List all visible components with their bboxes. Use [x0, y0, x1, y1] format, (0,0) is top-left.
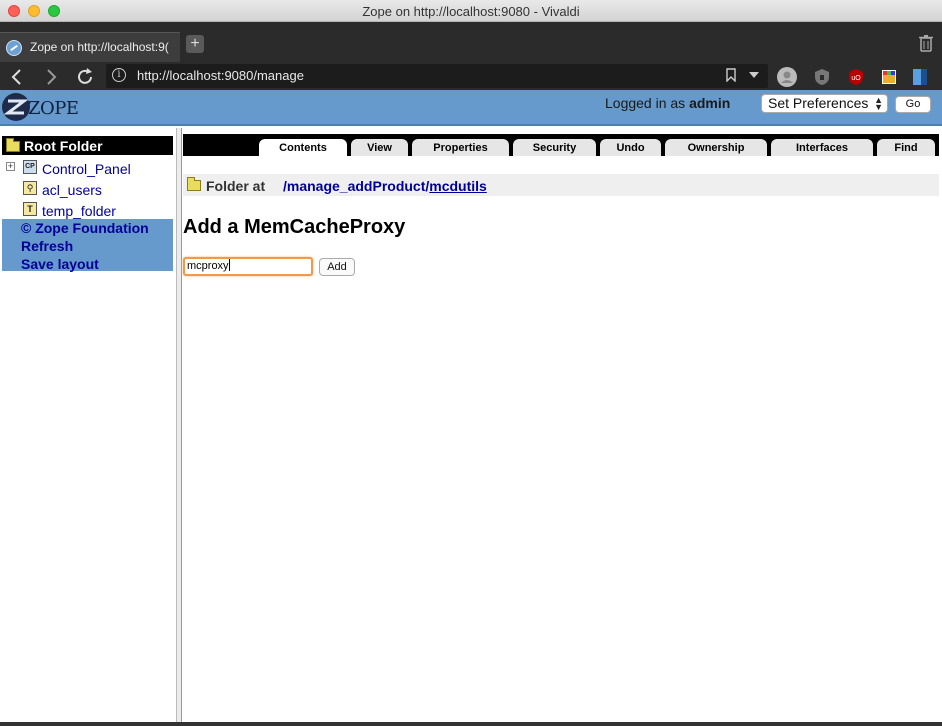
user-folder-icon: ⚲	[23, 181, 37, 195]
window-title: Zope on http://localhost:9080 - Vivaldi	[362, 4, 580, 19]
zope-header: ZOPE Logged in as admin Set Preferences …	[0, 90, 942, 126]
shield-extension-icon[interactable]	[812, 67, 832, 87]
reader-extension-icon[interactable]	[910, 67, 930, 87]
location-label: Folder at	[206, 178, 266, 194]
trash-icon[interactable]	[918, 34, 934, 52]
folder-icon	[187, 177, 201, 191]
management-tabs: Contents View Properties Security Undo O…	[183, 134, 939, 156]
location-bar: Folder at /manage_addProduct/mcdutils	[183, 174, 939, 196]
root-folder-header[interactable]: Root Folder	[2, 136, 173, 155]
ublock-icon[interactable]: uO	[846, 67, 866, 87]
select-arrows-icon: ▲ ▼	[874, 95, 883, 112]
new-tab-button[interactable]: +	[186, 35, 204, 53]
navigation-tree: Root Folder + CP Control_Panel ⚲ acl_use…	[0, 128, 176, 722]
site-info-icon[interactable]: i	[112, 68, 126, 82]
window-titlebar: Zope on http://localhost:9080 - Vivaldi	[0, 0, 942, 22]
browser-tab-strip: Zope on http://localhost:9( +	[0, 22, 942, 64]
browser-navbar: i http://localhost:9080/manage uO	[0, 64, 942, 90]
zope-logo-text: ZOPE	[28, 98, 79, 119]
refresh-link[interactable]: Refresh	[21, 238, 73, 254]
tab-undo[interactable]: Undo	[600, 139, 661, 156]
expand-icon[interactable]: +	[6, 162, 15, 171]
control-panel-icon: CP	[23, 160, 37, 174]
tree-item-label[interactable]: acl_users	[42, 182, 102, 198]
tab-interfaces[interactable]: Interfaces	[771, 139, 873, 156]
tab-contents[interactable]: Contents	[259, 139, 347, 156]
root-folder-label: Root Folder	[24, 138, 103, 154]
breadcrumb-prefix[interactable]: /manage_addProduct/	[283, 178, 429, 194]
browser-tab[interactable]: Zope on http://localhost:9(	[0, 32, 180, 62]
tab-ownership[interactable]: Ownership	[665, 139, 767, 156]
zope-favicon-icon	[6, 40, 22, 56]
tree-item-label[interactable]: temp_folder	[42, 203, 116, 219]
breadcrumb: /manage_addProduct/mcdutils	[283, 178, 487, 194]
window-bottom-edge	[0, 722, 942, 726]
bookmark-icon[interactable]	[726, 68, 736, 82]
add-button[interactable]: Add	[319, 258, 355, 276]
zope-logo-icon	[2, 93, 30, 121]
tab-view[interactable]: View	[351, 139, 408, 156]
color-picker-extension-icon[interactable]	[879, 67, 899, 87]
go-button[interactable]: Go	[895, 96, 931, 113]
svg-text:uO: uO	[851, 75, 861, 82]
page-title: Add a MemCacheProxy	[183, 216, 406, 238]
zope-foundation-link[interactable]: © Zope Foundation	[21, 220, 149, 236]
text-caret	[228, 259, 230, 271]
preferences-select[interactable]: Set Preferences ▲ ▼	[761, 94, 888, 113]
breadcrumb-link[interactable]: mcdutils	[429, 178, 487, 194]
tab-security[interactable]: Security	[513, 139, 596, 156]
tree-item-label[interactable]: Control_Panel	[42, 161, 131, 177]
back-icon[interactable]	[6, 66, 28, 88]
profile-avatar-icon[interactable]	[777, 67, 797, 87]
id-input-value: mcproxy	[187, 260, 229, 272]
tree-footer-links: © Zope Foundation Refresh Save layout	[2, 219, 173, 272]
save-layout-link[interactable]: Save layout	[21, 256, 99, 272]
folder-icon	[6, 138, 20, 152]
temp-folder-icon: T	[23, 202, 37, 216]
reload-icon[interactable]	[74, 66, 96, 88]
id-input[interactable]: mcproxy	[183, 257, 313, 276]
forward-icon[interactable]	[40, 66, 62, 88]
logged-in-user: admin	[689, 95, 731, 111]
tab-find[interactable]: Find	[877, 139, 935, 156]
browser-tab-title: Zope on http://localhost:9(	[30, 40, 169, 54]
address-url: http://localhost:9080/manage	[137, 68, 304, 83]
logged-in-prefix: Logged in as	[605, 95, 686, 111]
preferences-select-value: Set Preferences	[768, 95, 869, 111]
main-content: Contents View Properties Security Undo O…	[182, 128, 942, 722]
address-bar[interactable]: i http://localhost:9080/manage	[106, 64, 768, 88]
tab-properties[interactable]: Properties	[412, 139, 509, 156]
logged-in-status: Logged in as admin	[605, 95, 730, 111]
address-dropdown-icon[interactable]	[749, 72, 759, 78]
